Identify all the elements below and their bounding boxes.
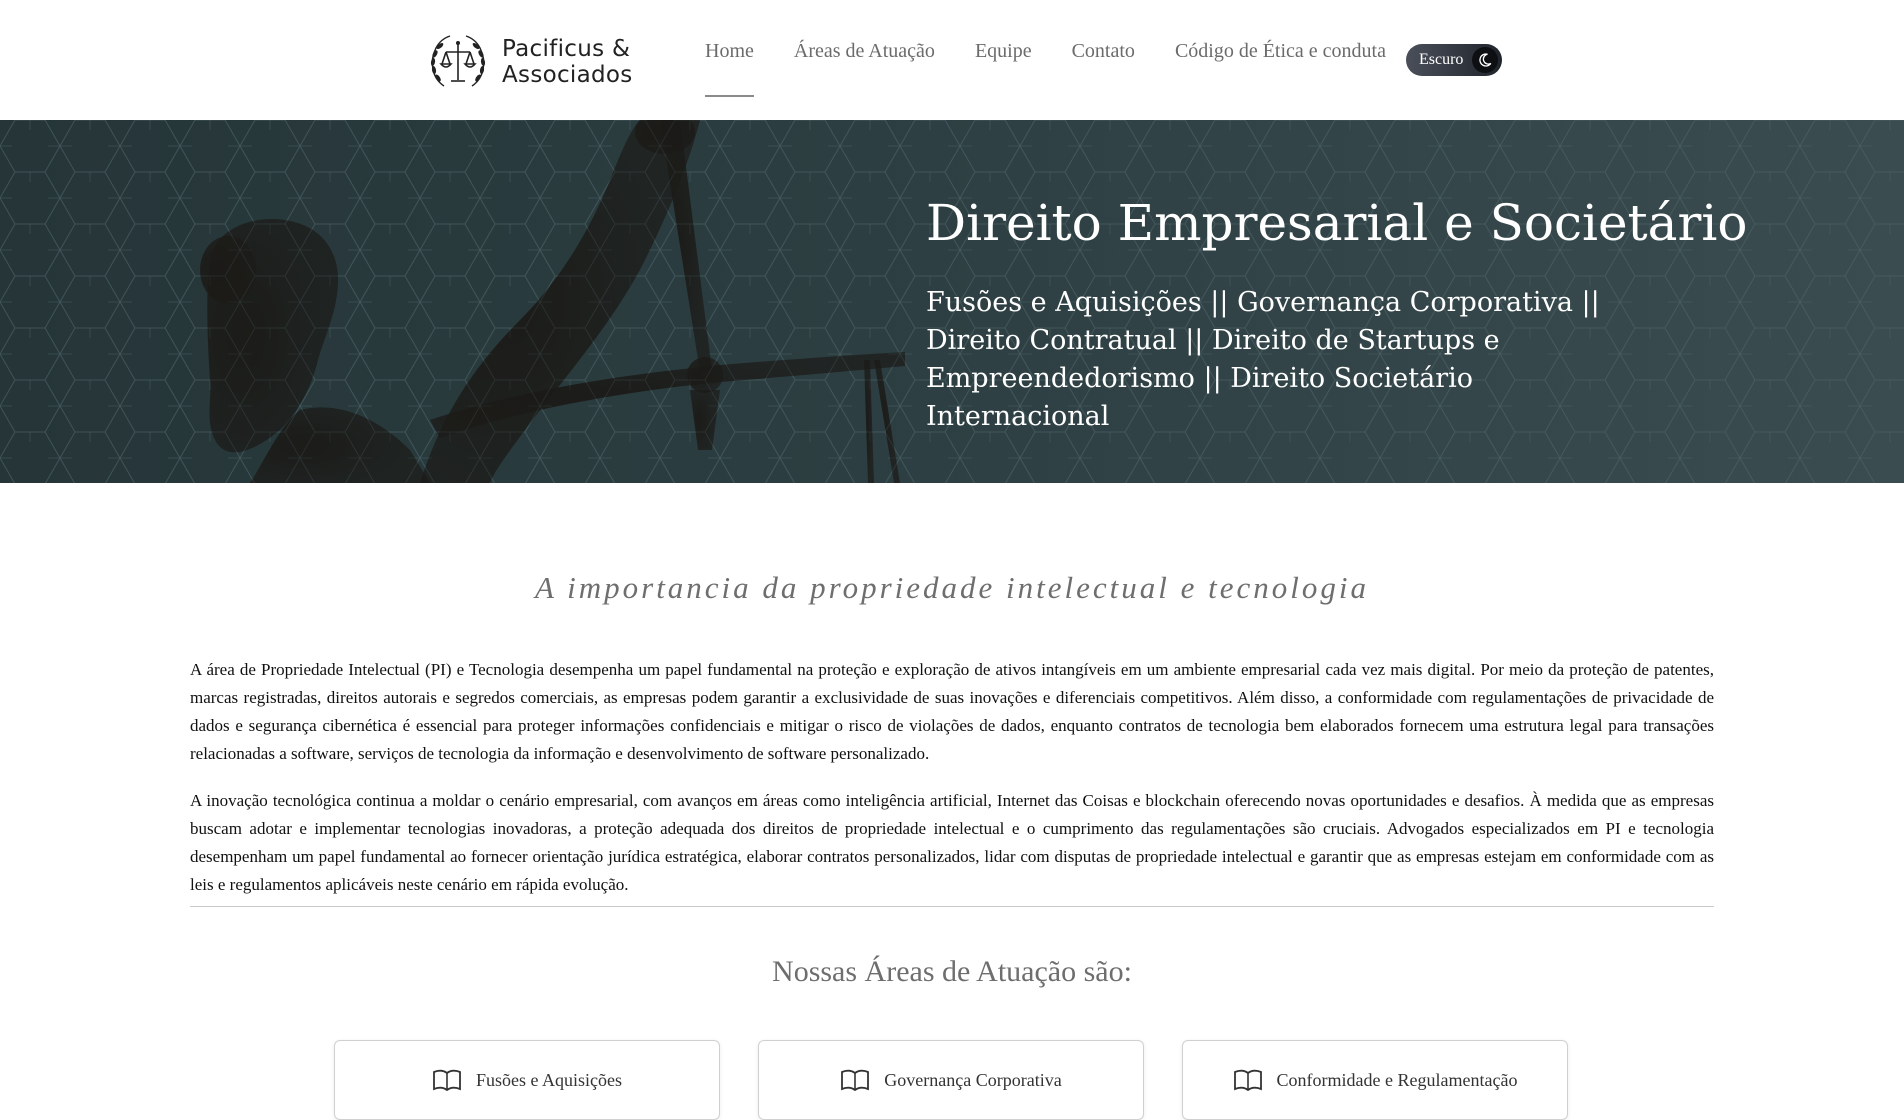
dark-mode-toggle[interactable]: Escuro: [1406, 44, 1502, 76]
brand-name-line1: Pacificus &: [502, 36, 631, 62]
brand-logo[interactable]: Pacificus & Associados: [424, 28, 633, 96]
hero-banner: Direito Empresarial e Societário Fusões …: [0, 120, 1904, 483]
hero-title: Direito Empresarial e Societário: [926, 194, 1748, 252]
book-icon: [433, 1069, 461, 1091]
brand-name: Pacificus & Associados: [502, 36, 633, 88]
area-card-governanca[interactable]: Governança Corporativa: [758, 1040, 1144, 1120]
article-paragraph-1: A área de Propriedade Intelectual (PI) e…: [190, 660, 1714, 763]
areas-title: Nossas Áreas de Atuação são:: [772, 955, 1132, 988]
nav-equipe[interactable]: Equipe: [975, 40, 1032, 97]
area-card-label: Governança Corporativa: [884, 1069, 1062, 1090]
nav-codigo-de-etica[interactable]: Código de Ética e conduta: [1175, 40, 1386, 97]
section-title: A importancia da propriedade intelectual…: [535, 570, 1369, 605]
main-nav: Home Áreas de Atuação Equipe Contato Cód…: [705, 40, 1426, 97]
brand-name-line2: Associados: [502, 62, 633, 88]
section-divider: [190, 906, 1714, 907]
area-card-label: Conformidade e Regulamentação: [1276, 1069, 1518, 1090]
book-icon: [1233, 1069, 1262, 1091]
hero-subtitle: Fusões e Aquisições || Governança Corpor…: [926, 287, 1600, 432]
site-header: Pacificus & Associados Home Áreas de Atu…: [0, 0, 1904, 120]
nav-areas-de-atuacao[interactable]: Áreas de Atuação: [794, 40, 935, 97]
moon-icon: [1472, 47, 1498, 73]
area-card-conformidade[interactable]: Conformidade e Regulamentação: [1182, 1040, 1568, 1120]
area-card-fusoes[interactable]: Fusões e Aquisições: [334, 1040, 720, 1120]
article-paragraph-2: A inovação tecnológica continua a moldar…: [190, 791, 1714, 894]
scales-of-justice-icon: [430, 35, 486, 87]
nav-home[interactable]: Home: [705, 40, 754, 97]
article-body: A área de Propriedade Intelectual (PI) e…: [190, 656, 1714, 918]
book-icon: [841, 1069, 870, 1091]
nav-contato[interactable]: Contato: [1072, 40, 1135, 97]
dark-mode-label: Escuro: [1419, 51, 1464, 68]
area-card-label: Fusões e Aquisições: [476, 1069, 622, 1090]
